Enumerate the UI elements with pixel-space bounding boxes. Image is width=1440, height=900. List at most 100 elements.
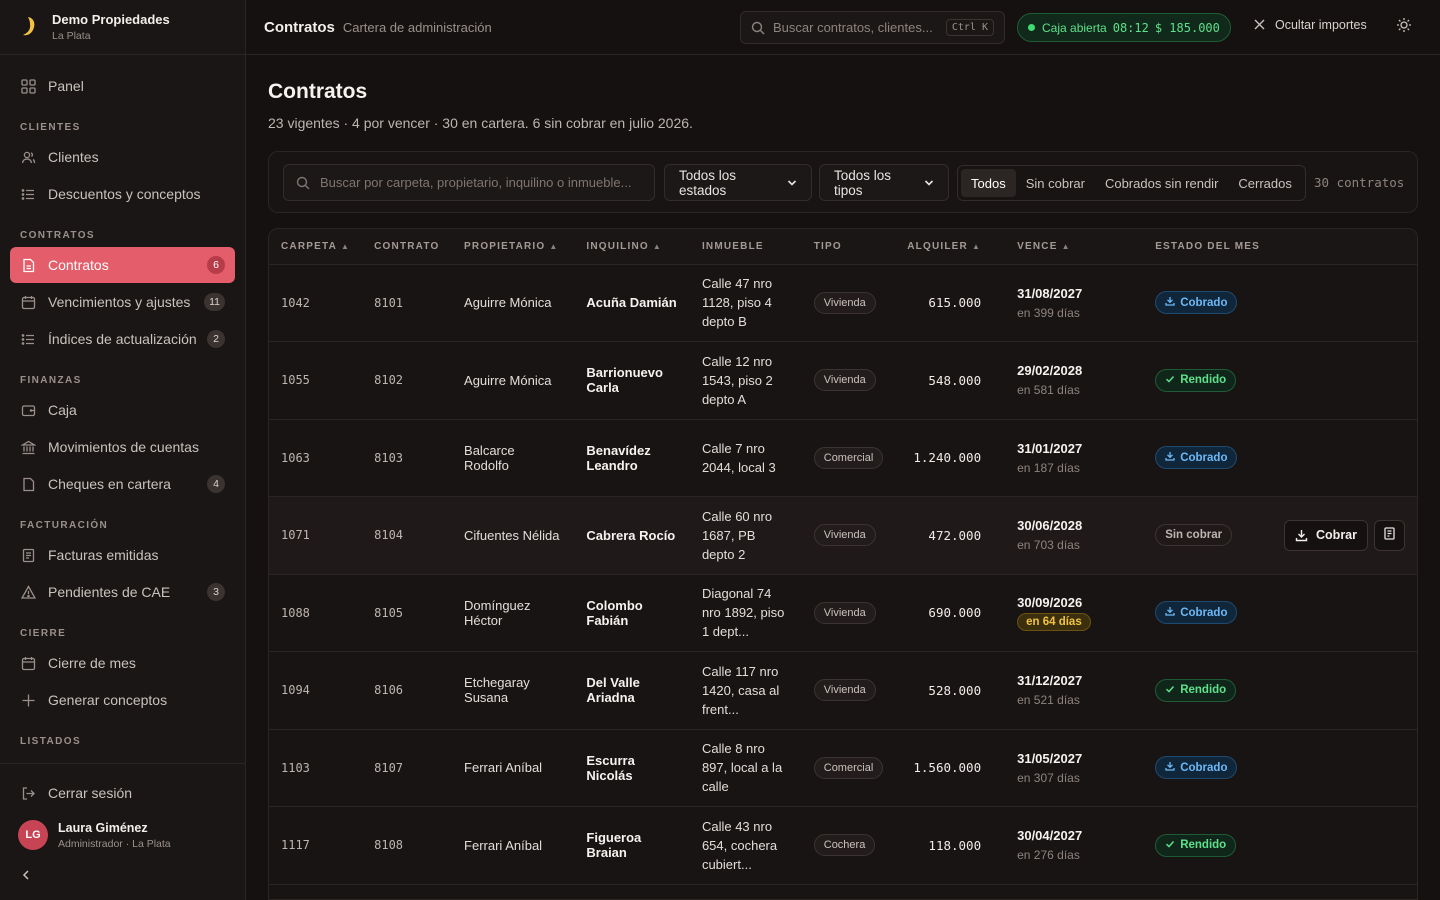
nav-item-clientes[interactable]: Clientes <box>10 139 235 175</box>
table-row[interactable]: 1103 8107 Ferrari Aníbal Escurra Nicolás Cal… <box>269 729 1417 807</box>
hide-amounts-button[interactable]: Ocultar importes <box>1254 17 1367 33</box>
vence-date: 30/04/2027 <box>1017 828 1083 844</box>
header-inquilino[interactable]: INQUILINO ▲ <box>574 229 690 265</box>
nav-item-vencimientos[interactable]: Vencimientos y ajustes 11 <box>10 284 235 320</box>
cell-contrato: 8103 <box>374 450 404 465</box>
status-label: Cobrado <box>1180 451 1228 464</box>
nav-item-movimientos[interactable]: Movimientos de cuentas <box>10 429 235 465</box>
logout-button[interactable]: Cerrar sesión <box>10 775 235 811</box>
cell-propietario: Cifuentes Nélida <box>464 527 560 543</box>
user-role: Administrador · La Plata <box>58 837 171 850</box>
cell-alquiler: 472.000 <box>928 527 982 543</box>
vence-date: 31/05/2027 <box>1017 750 1083 766</box>
nav-item-cae[interactable]: Pendientes de CAE 3 <box>10 574 235 610</box>
segment-cerrados[interactable]: Cerrados <box>1228 169 1301 197</box>
download-icon <box>1165 451 1175 464</box>
segment-todos[interactable]: Todos <box>961 169 1016 197</box>
nav-label: Generar conceptos <box>48 692 168 708</box>
status-badge: Sin cobrar <box>1155 524 1233 547</box>
nav-item-cierre-mes[interactable]: Cierre de mes <box>10 645 235 681</box>
nav-item-descuentos[interactable]: Descuentos y conceptos <box>10 176 235 212</box>
search-shortcut: Ctrl K <box>945 19 994 36</box>
header-carpeta[interactable]: CARPETA ▲ <box>269 229 363 265</box>
sort-asc-icon: ▲ <box>971 241 982 251</box>
table-row[interactable]: 1117 8108 Ferrari Aníbal Figueroa Braian Cal… <box>269 807 1417 885</box>
check-icon <box>1165 684 1175 697</box>
table-row[interactable]: 1088 8105 Domínguez Héctor Colombo Fabián Di… <box>269 574 1417 652</box>
theme-toggle-button[interactable] <box>1396 17 1412 36</box>
status-label: Rendido <box>1180 839 1227 852</box>
hide-amounts-label: Ocultar importes <box>1275 18 1367 32</box>
cobrar-button[interactable]: Cobrar <box>1284 519 1368 551</box>
header-alquiler[interactable]: ALQUILER ▲ <box>895 229 1006 265</box>
cell-inquilino: Escurra Nicolás <box>586 752 635 783</box>
nav-label: Descuentos y conceptos <box>48 186 201 202</box>
check-icon <box>1165 374 1175 387</box>
nav-label: Cerrar sesión <box>48 785 133 801</box>
grid-icon <box>20 78 36 94</box>
wallet-icon <box>20 402 36 418</box>
header-label: CARPETA <box>281 240 337 252</box>
brand[interactable]: Demo Propiedades La Plata <box>0 0 245 55</box>
table-row[interactable]: 1071 8104 Cifuentes Nélida Cabrera Rocío Cal… <box>269 496 1417 575</box>
tipo-select[interactable]: Todos los tipos <box>819 164 949 201</box>
cell-tipo: Vivienda <box>802 652 896 730</box>
list-icon <box>20 331 36 347</box>
warning-icon <box>20 584 36 600</box>
segment-cobrados-sin-rendir[interactable]: Cobrados sin rendir <box>1095 169 1228 197</box>
cell-vence: 29/02/2028 en 581 días <box>1005 342 1143 420</box>
header-label: ESTADO DEL MES <box>1155 240 1260 252</box>
caja-amount: $ 185.000 <box>1154 20 1220 35</box>
nav-item-cheques[interactable]: Cheques en cartera 4 <box>10 466 235 502</box>
collapse-sidebar-button[interactable] <box>0 858 245 900</box>
caja-label: Caja abierta <box>1042 20 1107 35</box>
contracts-search-input[interactable]: Buscar por carpeta, propietario, inquili… <box>283 164 655 201</box>
cell-alquiler: 548.000 <box>928 372 982 388</box>
table-row[interactable]: 1042 8101 Aguirre Mónica Acuña Damián Calle … <box>269 264 1417 342</box>
topbar-title: Contratos <box>264 18 335 36</box>
cell-inquilino: Del Valle Ariadna <box>586 675 640 706</box>
vence-date: 30/06/2028 <box>1017 518 1083 534</box>
header-propietario[interactable]: PROPIETARIO ▲ <box>452 229 575 265</box>
cell-vence: 30/04/2027 en 276 días <box>1005 807 1143 885</box>
avatar: LG <box>18 820 48 850</box>
cell-estado: Sin cobrar <box>1143 497 1272 575</box>
chevron-down-icon <box>787 178 797 188</box>
table-row[interactable]: 1094 8106 Etchegaray Susana Del Valle Ariad… <box>269 652 1417 730</box>
nav-item-facturas[interactable]: Facturas emitidas <box>10 537 235 573</box>
cell-vence: 31/01/2027 en 187 días <box>1005 419 1143 497</box>
cell-alquiler: 1.240.000 <box>913 450 982 466</box>
status-dot-icon <box>1028 24 1035 31</box>
vence-date: 30/09/2026 <box>1017 594 1083 610</box>
cell-estado: Rendido <box>1143 807 1272 885</box>
table-row[interactable]: 1063 8103 Balcarce Rodolfo Benavídez Leandr… <box>269 419 1417 497</box>
cell-actions: Cobrar <box>1272 497 1417 575</box>
user-profile[interactable]: LG Laura Giménez Administrador · La Plat… <box>0 812 245 858</box>
vence-days: en 187 días <box>1017 460 1080 475</box>
nav-item-contratos[interactable]: Contratos 6 <box>10 247 235 283</box>
nav-item-indices[interactable]: Índices de actualización 2 <box>10 321 235 357</box>
cell-inmueble: Calle 60 nro 1687, PB depto 2 <box>701 508 773 562</box>
cell-estado: Rendido <box>1143 652 1272 730</box>
nav-label: Cierre de mes <box>48 655 136 671</box>
caja-status[interactable]: Caja abierta 08:12 $ 185.000 <box>1017 13 1231 42</box>
cell-vence: 31/05/2027 en 307 días <box>1005 729 1143 807</box>
nav-label: Facturas emitidas <box>48 547 159 563</box>
topbar-subtitle: Cartera de administración <box>342 19 492 35</box>
nav-item-generar[interactable]: Generar conceptos <box>10 682 235 718</box>
global-search[interactable]: Buscar contratos, clientes... Ctrl K <box>740 11 1005 44</box>
invoice-button[interactable] <box>1374 519 1405 551</box>
nav-item-caja[interactable]: Caja <box>10 392 235 428</box>
cell-actions <box>1272 807 1417 885</box>
table-row[interactable]: 1055 8102 Aguirre Mónica Barrionuevo Carla C… <box>269 342 1417 420</box>
nav-section-facturacion: FACTURACIÓN <box>20 520 109 531</box>
estado-select[interactable]: Todos los estados <box>664 164 812 201</box>
row-actions: Cobrar <box>1284 519 1405 551</box>
nav-label: Contratos <box>48 257 109 273</box>
type-badge: Vivienda <box>813 369 876 392</box>
segment-sin-cobrar[interactable]: Sin cobrar <box>1016 169 1095 197</box>
header-label: INQUILINO <box>586 240 649 252</box>
search-icon <box>296 176 310 190</box>
nav-item-panel[interactable]: Panel <box>10 68 235 104</box>
header-vence[interactable]: VENCE ▲ <box>1005 229 1144 265</box>
